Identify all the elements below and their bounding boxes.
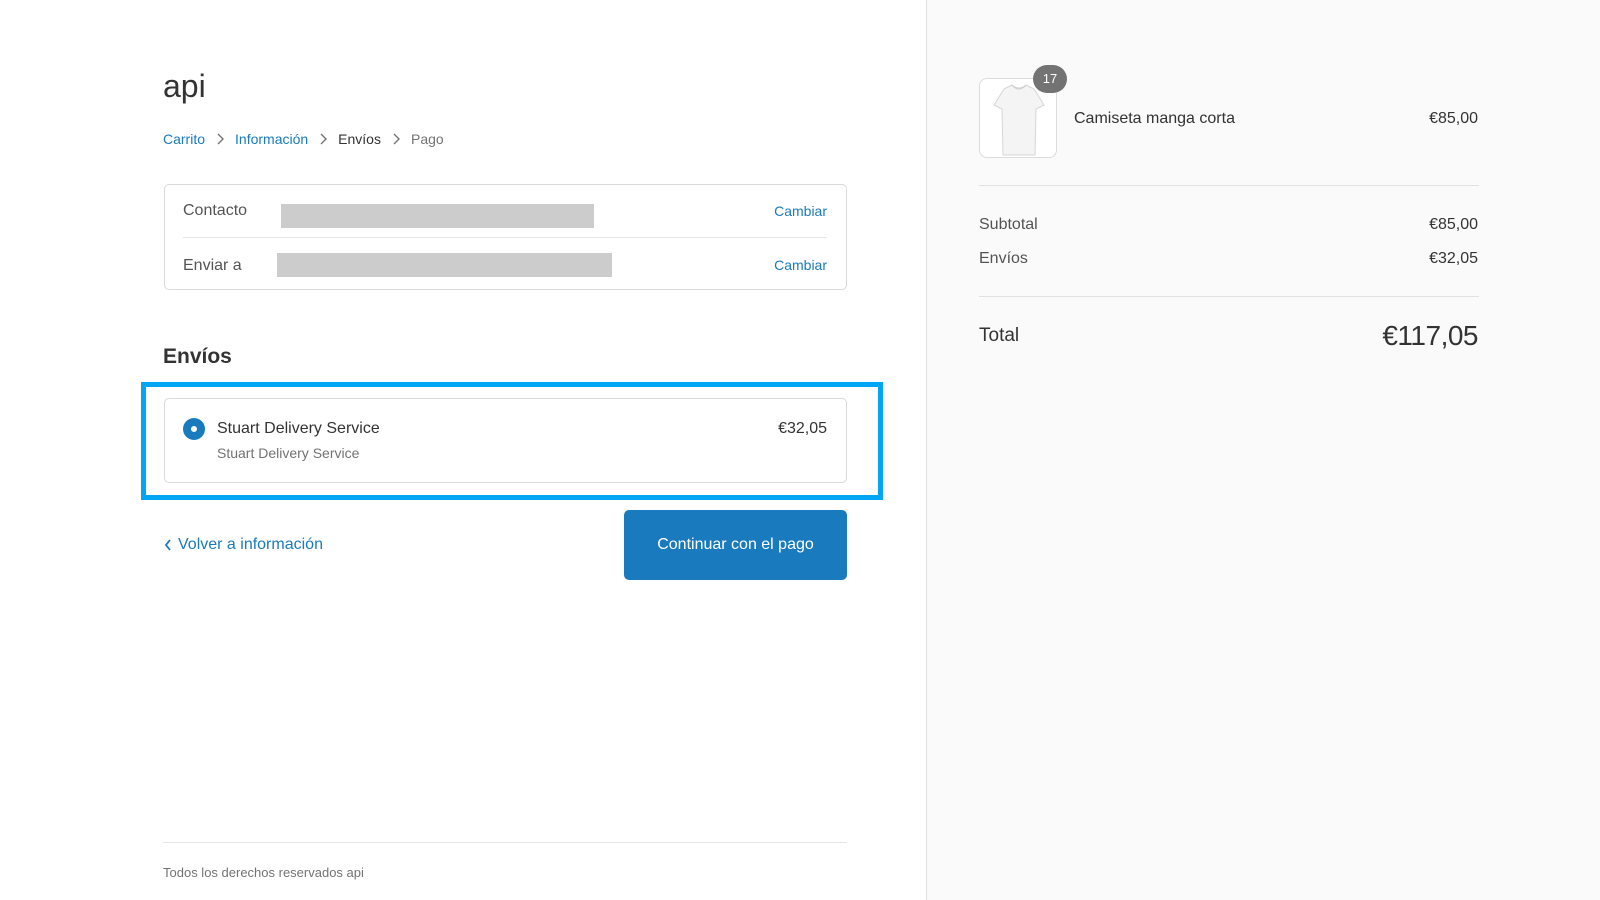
breadcrumb-information[interactable]: Información bbox=[235, 131, 308, 147]
review-row-contact: Contacto Cambiar bbox=[183, 185, 827, 238]
footer-text: Todos los derechos reservados api bbox=[163, 865, 364, 880]
product-price: €85,00 bbox=[1429, 110, 1478, 127]
chevron-left-icon bbox=[164, 539, 171, 551]
quantity-badge: 17 bbox=[1033, 65, 1067, 93]
change-contact-link[interactable]: Cambiar bbox=[774, 203, 827, 219]
checkout-main: api Carrito Información Envíos Pago Cont… bbox=[0, 0, 926, 900]
total-value: €117,05 bbox=[1382, 320, 1478, 351]
chevron-right-icon bbox=[320, 133, 328, 145]
shipping-option-name: Stuart Delivery Service bbox=[217, 420, 380, 437]
ship-to-label: Enviar a bbox=[183, 257, 242, 274]
breadcrumb: Carrito Información Envíos Pago bbox=[163, 130, 444, 148]
continue-to-payment-button[interactable]: Continuar con el pago bbox=[624, 510, 847, 580]
shipping-section-title: Envíos bbox=[163, 345, 232, 368]
breadcrumb-shipping: Envíos bbox=[338, 131, 381, 147]
contact-label: Contacto bbox=[183, 202, 248, 219]
shop-title: api bbox=[163, 68, 206, 104]
shipping-cost-label: Envíos bbox=[979, 250, 1028, 267]
chevron-right-icon bbox=[217, 133, 225, 145]
ship-to-value-redacted bbox=[277, 253, 612, 277]
shipping-option[interactable]: Stuart Delivery Service Stuart Delivery … bbox=[164, 398, 847, 483]
change-ship-to-link[interactable]: Cambiar bbox=[774, 257, 827, 273]
chevron-right-icon bbox=[393, 133, 400, 145]
footer-divider bbox=[163, 842, 847, 843]
shipping-cost-value: €32,05 bbox=[1429, 250, 1478, 267]
summary-divider bbox=[979, 296, 1479, 297]
review-row-ship-to: Enviar a Cambiar bbox=[183, 238, 827, 291]
product-name: Camiseta manga corta bbox=[1074, 110, 1235, 127]
back-link-label: Volver a información bbox=[178, 536, 323, 553]
review-block: Contacto Cambiar Enviar a Cambiar bbox=[164, 184, 847, 290]
subtotal-label: Subtotal bbox=[979, 216, 1038, 233]
shipping-option-price: €32,05 bbox=[778, 420, 827, 437]
shipping-option-description: Stuart Delivery Service bbox=[217, 445, 360, 461]
breadcrumb-cart[interactable]: Carrito bbox=[163, 131, 205, 147]
order-summary: 17 Camiseta manga corta €85,00 Subtotal … bbox=[926, 0, 1600, 900]
back-to-information-link[interactable]: Volver a información bbox=[163, 536, 323, 554]
subtotal-value: €85,00 bbox=[1429, 216, 1478, 233]
radio-selected-icon[interactable] bbox=[183, 418, 205, 440]
summary-divider bbox=[979, 185, 1479, 186]
breadcrumb-payment: Pago bbox=[410, 131, 444, 147]
contact-value-redacted bbox=[281, 204, 594, 228]
total-label: Total bbox=[979, 325, 1020, 346]
